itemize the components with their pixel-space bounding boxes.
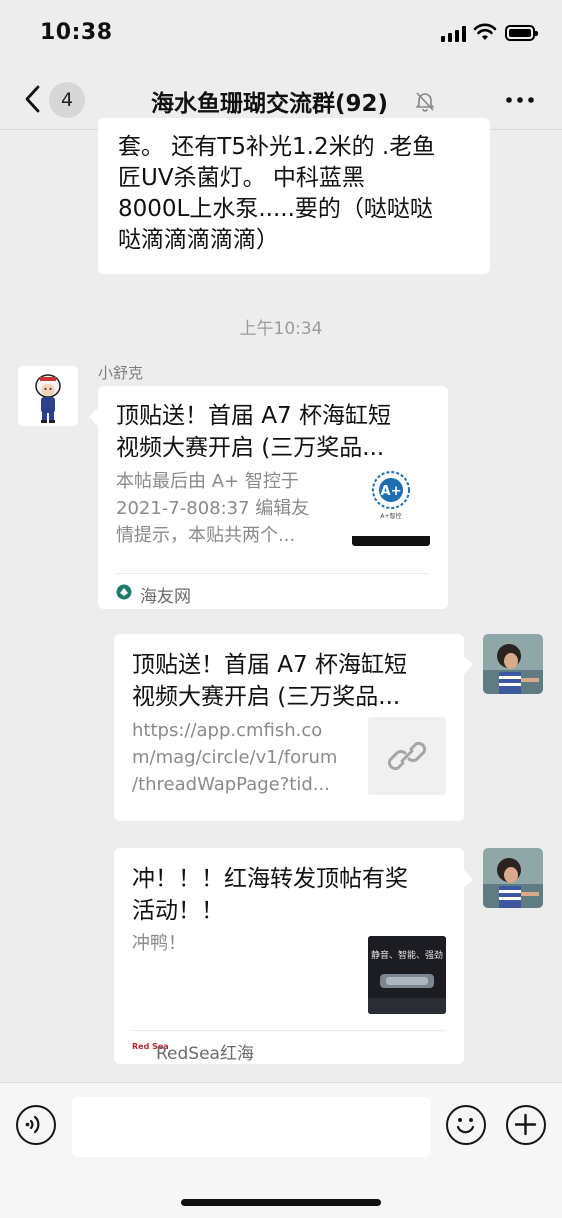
link-card-description: 本帖最后由 A+ 智控于 2021-7-808:37 编辑友 情提示，本贴共两个… — [116, 468, 348, 549]
wifi-icon — [473, 23, 497, 40]
text-message[interactable]: 套。 还有T5补光1.2米的 .老鱼 匠UV杀菌灯。 中科蓝黑 8000L上水泵… — [98, 118, 490, 274]
message-line: 哒滴滴滴滴滴） — [118, 227, 279, 253]
message-input[interactable] — [72, 1097, 430, 1157]
thumb-caption: 静音、智能、强劲 — [371, 949, 443, 961]
bell-slash-icon — [416, 92, 434, 112]
site-logo-icon — [116, 584, 132, 600]
message-timestamp: 上午10:34 — [239, 319, 323, 339]
status-bar: 10:38 — [0, 0, 562, 68]
avatar-photo-icon — [483, 634, 543, 694]
status-time: 10:38 — [40, 20, 113, 45]
link-card-title-line: 冲！！！红海转发顶帖有奖 — [132, 866, 408, 892]
avatar-photo-icon — [483, 848, 543, 908]
chat-title[interactable]: 海水鱼珊瑚交流群(92) — [151, 84, 388, 118]
plus-icon[interactable] — [506, 1105, 546, 1145]
link-card-title-line: 活动！！ — [132, 898, 224, 924]
battery-icon — [505, 25, 538, 41]
home-indicator — [181, 1199, 381, 1206]
link-icon — [387, 741, 427, 771]
link-card-thumbnail — [368, 717, 446, 795]
link-card-description: https://app.cmfish.co m/mag/circle/v1/fo… — [132, 717, 368, 798]
chevron-left-icon[interactable] — [20, 82, 46, 116]
message-line: 匠UV杀菌灯。 中科蓝黑 — [118, 165, 365, 191]
link-card-message[interactable]: 冲！！！红海转发顶帖有奖 活动！！ 冲鸭！ 静音、智能、强劲 Red Sea R… — [114, 848, 473, 1066]
voice-icon[interactable] — [16, 1105, 56, 1145]
link-card-desc-line: 情提示，本贴共两个... — [116, 525, 296, 546]
link-card-footer: 海友网 — [116, 573, 430, 609]
avatar[interactable] — [483, 848, 543, 908]
link-card-thumbnail: A+ A+智控 — [352, 468, 430, 546]
aplus-logo-icon: A+ A+智控 — [352, 471, 430, 546]
link-card-source: RedSea红海 — [156, 1044, 254, 1064]
link-card-title-line: 视频大赛开启 (三万奖品... — [132, 684, 401, 710]
avatar-cartoon-icon — [18, 366, 78, 426]
message-line: 8000L上水泵.....要的（哒哒哒 — [118, 196, 433, 222]
link-card-description: 冲鸭！ — [132, 930, 352, 957]
emoji-icon[interactable] — [446, 1105, 486, 1145]
product-image-icon: 静音、智能、强劲 — [368, 936, 446, 1014]
link-card-thumbnail: 静音、智能、强劲 — [368, 936, 446, 1014]
message-line: 套。 还有T5补光1.2米的 .老鱼 — [118, 134, 436, 160]
link-card-message[interactable]: 顶贴送！首届 A7 杯海缸短 视频大赛开启 (三万奖品... 本帖最后由 A+ … — [89, 386, 448, 609]
avatar[interactable] — [18, 366, 78, 426]
link-card-desc-line: m/mag/circle/v1/forum — [132, 747, 338, 768]
link-card-desc-line: 2021-7-808:37 编辑友 — [116, 498, 310, 519]
link-card-title: 顶贴送！首届 A7 杯海缸短 视频大赛开启 (三万奖品... — [116, 400, 416, 464]
chat-input-bar — [0, 1082, 562, 1218]
link-card-footer: Red Sea RedSea红海 — [132, 1030, 446, 1066]
svg-text:A+: A+ — [381, 484, 402, 499]
link-card-desc-line: 本帖最后由 A+ 智控于 — [116, 471, 299, 492]
link-card-message[interactable]: 顶贴送！首届 A7 杯海缸短 视频大赛开启 (三万奖品... https://a… — [114, 634, 473, 821]
link-card-title-line: 顶贴送！首届 A7 杯海缸短 — [132, 652, 407, 678]
unread-count-badge[interactable]: 4 — [49, 82, 85, 118]
link-card-source: 海友网 — [140, 587, 191, 607]
link-card-desc-line: https://app.cmfish.co — [132, 720, 323, 741]
link-card-title-line: 顶贴送！首届 A7 杯海缸短 — [116, 403, 391, 429]
more-dots-icon[interactable] — [504, 90, 536, 110]
link-card-title: 顶贴送！首届 A7 杯海缸短 视频大赛开启 (三万奖品... — [132, 649, 432, 713]
thumb-caption: A+智控 — [380, 512, 401, 520]
link-card-title: 冲！！！红海转发顶帖有奖 活动！！ — [132, 863, 432, 927]
link-card-desc-line: /threadWapPage?tid... — [132, 774, 330, 795]
sender-name: 小舒克 — [98, 364, 144, 382]
signal-icon — [441, 26, 466, 42]
link-card-title-line: 视频大赛开启 (三万奖品... — [116, 435, 385, 461]
link-card-desc-line: 冲鸭！ — [132, 933, 186, 954]
avatar[interactable] — [483, 634, 543, 694]
